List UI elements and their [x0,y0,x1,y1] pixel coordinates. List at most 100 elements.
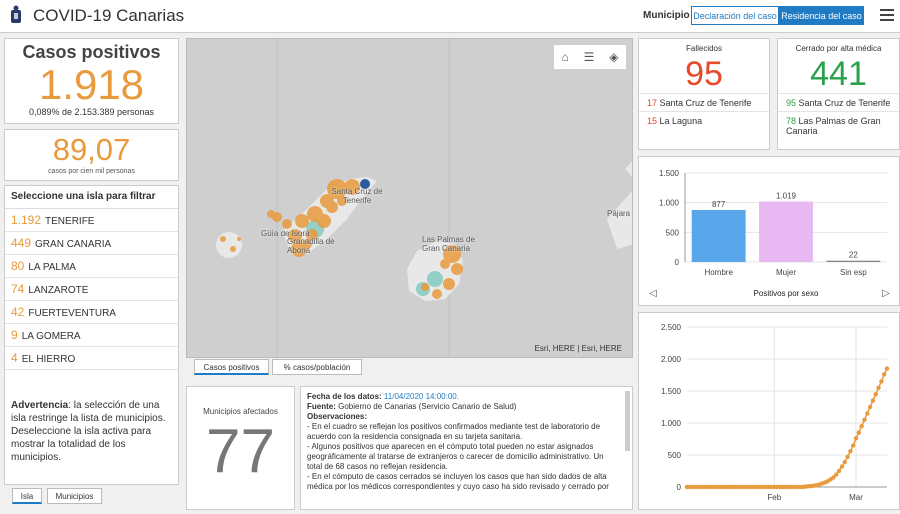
evolucion-line-chart: 0 500 1.000 1.500 2.000 2.500 Feb Mar [661,323,890,502]
data-point [839,464,845,469]
island-name: GRAN CANARIA [35,239,112,250]
y-tick-label: 2.000 [661,355,682,364]
data-point [842,459,847,465]
hamburger-menu-icon[interactable] [880,9,894,21]
island-item[interactable]: 80 LA PALMA [5,255,178,278]
y-tick-label: 500 [668,451,682,460]
canary-islands-map[interactable] [187,39,633,358]
island-name: LA GOMERA [21,331,81,342]
data-point [845,454,850,460]
island-item[interactable]: 9 LA GOMERA [5,324,178,347]
island-count: 4 [11,351,18,365]
island-count: 80 [11,259,25,273]
data-point [881,372,887,377]
island-item[interactable]: 1.192 TENERIFE [5,209,178,232]
cerrado-row: 95 Santa Cruz de Tenerife [778,93,899,111]
y-tick-label: 2.500 [661,323,682,332]
x-tick-label: Sin esp [840,268,867,277]
island-name: FUERTEVENTURA [28,308,116,319]
y-tick-label: 0 [675,258,680,267]
island-item[interactable]: 74 LANZAROTE [5,278,178,301]
data-point [848,448,853,454]
data-point [873,392,878,397]
observacion-line: - En el cómputo de casos cerrados se inc… [307,472,609,491]
map-view[interactable]: ⌂ ☰ ◈ Santa Cruz de Tenerife Güía de Iso… [186,38,633,358]
data-point [876,385,881,390]
map-label-santa-cruz: Santa Cruz de Tenerife [331,187,383,205]
island-count: 449 [11,236,32,250]
casos-title: Casos positivos [22,42,161,62]
municipios-panel: Municipios afectados 77 [186,386,295,510]
layers-icon[interactable]: ◈ [609,50,618,64]
island-item[interactable]: 449 GRAN CANARIA [5,232,178,255]
data-point [862,417,867,422]
fallecidos-row: 15 La Laguna [639,111,769,129]
fuerteventura-shape[interactable] [607,189,633,249]
data-point [870,398,876,403]
residencia-caso-button[interactable]: Residencia del caso [779,6,864,25]
fallecidos-row: 17 Santa Cruz de Tenerife [639,93,769,111]
municipios-value: 77 [206,417,275,486]
evolucion-chart-panel: 0 500 1.000 1.500 2.000 2.500 Feb Mar [638,312,900,510]
observacion-line: - Algunos positivos que aparecen en el c… [307,442,604,471]
municipios-title: Municipios afectados [203,407,278,416]
tab-isla[interactable]: Isla [12,488,42,504]
tab-casos-poblacion[interactable]: % casos/población [272,359,362,375]
info-scrollbar[interactable] [625,391,630,451]
tab-municipios[interactable]: Municipios [47,488,102,504]
casos-positivos-panel: Casos positivos 1.918 0,089% de 2.153.38… [4,38,179,124]
y-tick-label: 1.500 [659,169,680,178]
legend-list-icon[interactable]: ☰ [584,50,595,64]
island-name: EL HIERRO [21,354,76,365]
cerrado-row: 78 Las Palmas de Gran Canaria [778,111,899,139]
bar [826,260,881,262]
tab-casos-positivos[interactable]: Casos positivos [194,359,269,375]
island-item[interactable]: 42 FUERTEVENTURA [5,301,178,324]
cerrado-panel: Cerrado por alta médica 441 95 Santa Cru… [777,38,900,150]
fallecidos-panel: Fallecidos 95 17 Santa Cruz de Tenerife … [638,38,770,150]
la-gomera-shape[interactable] [216,232,242,258]
cases-line [687,368,888,488]
bar-value-label: 877 [712,200,726,209]
data-point [865,411,870,416]
casos-value: 1.918 [38,61,145,108]
data-point [856,430,862,435]
island-count: 74 [11,282,25,296]
map-label-granadilla: Granadilla de Abona [287,237,335,255]
data-point [867,404,873,410]
bar [759,201,813,262]
island-name: TENERIFE [45,216,95,227]
casos-subtitle: 0,089% de 2.153.389 personas [28,107,155,117]
y-tick-label: 500 [666,228,680,237]
declaracion-caso-button[interactable]: Declaración del caso [691,6,779,25]
y-tick-label: 1.000 [659,199,680,208]
map-toolbar: ⌂ ☰ ◈ [554,45,626,69]
x-tick-label: Feb [767,493,781,502]
app-title: COVID-19 Canarias [33,6,185,25]
data-point [850,443,856,448]
sexo-chart-panel: 0 500 1.000 1.500 877 Hombre 1.019 Mujer 22 Sin e… [638,156,900,306]
islands-panel: Seleccione una isla para filtrar 1.192 TE… [4,185,179,485]
data-point [834,472,839,477]
cerrado-title: Cerrado por alta médica [795,44,882,53]
map-label-las-palmas: Las Palmas de Gran Canaria [422,235,475,253]
x-tick-label: Mujer [776,268,796,277]
chevron-right-icon: ▷ [882,288,890,299]
x-axis-label: Positivos por sexo [754,289,819,298]
islands-title: Seleccione una isla para filtrar [5,186,178,209]
cerrado-value: 441 [810,55,867,93]
island-item[interactable]: 4 EL HIERRO [5,347,178,370]
rate-value: 89,07 [52,132,131,167]
home-icon[interactable]: ⌂ [561,50,568,64]
island-name: LANZAROTE [28,285,89,296]
fallecidos-value: 95 [685,55,723,93]
bar-value-label: 1.019 [776,192,797,201]
data-point [853,436,859,441]
canarias-crest-icon [11,5,21,23]
y-tick-label: 1.000 [661,419,682,428]
data-point [859,424,864,429]
x-tick-label: Mar [849,493,863,502]
y-tick-label: 0 [677,483,682,492]
chevron-left-icon: ◁ [649,288,657,299]
islands-warning: Advertencia: la selección de una isla re… [11,400,166,463]
